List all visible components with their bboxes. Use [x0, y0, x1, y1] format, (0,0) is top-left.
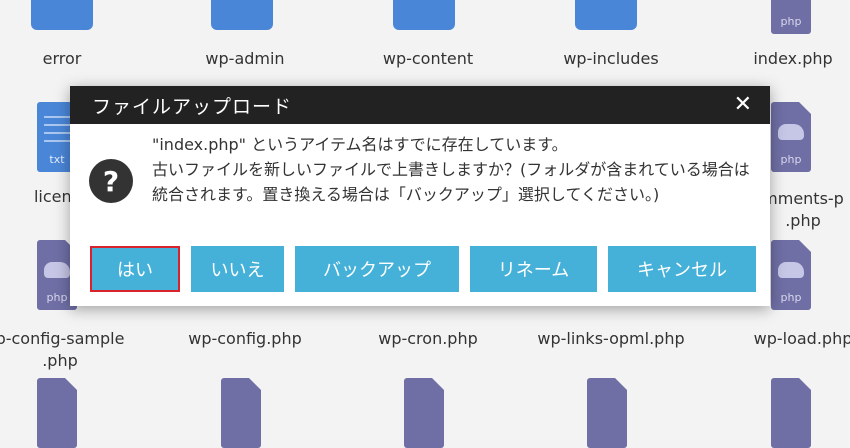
rename-button[interactable]: リネーム: [470, 246, 597, 292]
php-file-icon: php: [771, 0, 811, 34]
dialog-message: "index.php" というアイテム名はすでに存在しています。 古いファイルを…: [152, 132, 760, 207]
php-file-icon: [221, 378, 261, 448]
dialog-titlebar: ファイルアップロード ✕: [70, 86, 770, 124]
php-file-icon: [37, 378, 77, 448]
file-name: p-config-sample: [0, 329, 125, 348]
dialog-title: ファイルアップロード: [92, 95, 293, 118]
file-ext: php: [780, 153, 802, 166]
elephant-icon: [778, 262, 804, 278]
file-ext: php: [780, 291, 802, 304]
file-ext: php: [780, 15, 802, 28]
php-file-icon: [404, 378, 444, 448]
file-name: wp-includes: [563, 49, 659, 68]
dialog-buttons: はい いいえ バックアップ リネーム キャンセル: [90, 246, 756, 292]
elephant-icon: [44, 262, 70, 278]
file-name: wp-admin: [205, 49, 285, 68]
php-file-icon: php: [771, 240, 811, 310]
no-button[interactable]: いいえ: [191, 246, 284, 292]
file-name-line2: .php: [42, 351, 78, 370]
elephant-icon: [778, 124, 804, 140]
question-icon: ?: [89, 159, 133, 203]
file-name: wp-cron.php: [378, 329, 478, 348]
yes-button[interactable]: はい: [90, 246, 180, 292]
backup-button[interactable]: バックアップ: [295, 246, 459, 292]
php-file-icon: php: [771, 102, 811, 172]
folder-icon: [31, 0, 93, 30]
file-name: wp-load.php: [753, 329, 850, 348]
folder-icon: [393, 0, 455, 30]
folder-icon: [211, 0, 273, 30]
file-name: error: [42, 49, 82, 68]
file-name: wp-config.php: [188, 329, 302, 348]
php-file-icon: [771, 378, 811, 448]
folder-icon: [575, 0, 637, 30]
cancel-button[interactable]: キャンセル: [608, 246, 756, 292]
file-name: wp-links-opml.php: [537, 329, 685, 348]
message-line-2: 古いファイルを新しいファイルで上書きしますか？(フォルダが含まれている場合は統合…: [152, 160, 750, 204]
message-line-1: "index.php" というアイテム名はすでに存在しています。: [152, 135, 568, 154]
php-file-icon: [587, 378, 627, 448]
close-icon[interactable]: ✕: [734, 94, 752, 116]
file-name: index.php: [753, 49, 833, 68]
file-upload-dialog: ファイルアップロード ✕ ? "index.php" というアイテム名はすでに存…: [70, 86, 770, 306]
file-name: wp-content: [382, 49, 474, 68]
dialog-body: ? "index.php" というアイテム名はすでに存在しています。 古いファイ…: [70, 124, 770, 244]
